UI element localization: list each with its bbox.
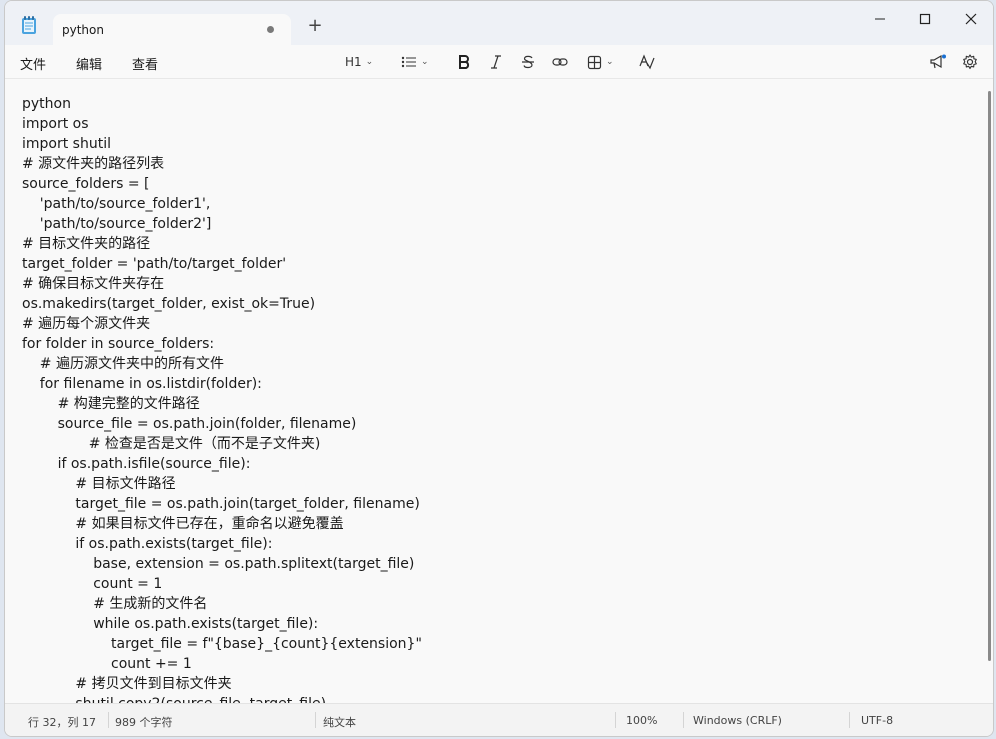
status-divider <box>315 712 316 728</box>
text-editor[interactable]: python import os import shutil # 源文件夹的路径列表 s… <box>5 79 993 704</box>
notepad-app-icon <box>20 15 38 35</box>
table-dropdown[interactable]: ⌄ <box>587 52 614 72</box>
status-divider <box>108 712 109 728</box>
status-divider <box>683 712 684 728</box>
megaphone-icon <box>930 54 946 69</box>
strikethrough-icon <box>522 55 534 69</box>
cursor-position[interactable]: 行 32，列 17 <box>28 714 96 730</box>
code-line: # 构建完整的文件路径 <box>22 396 200 412</box>
code-line: while os.path.exists(target_file): <box>22 616 319 632</box>
code-line: # 遍历源文件夹中的所有文件 <box>22 356 224 372</box>
tab-python[interactable]: python <box>53 14 291 45</box>
spellcheck-icon <box>639 54 655 70</box>
menu-file[interactable]: 文件 <box>20 54 46 73</box>
minimize-button[interactable] <box>864 7 896 31</box>
code-line: os.makedirs(target_folder, exist_ok=True… <box>22 296 316 312</box>
code-line: # 目标文件路径 <box>22 476 176 492</box>
chevron-down-icon: ⌄ <box>421 57 429 67</box>
unsaved-dot-icon[interactable] <box>267 26 274 33</box>
close-button[interactable] <box>955 7 987 31</box>
code-line: 'path/to/source_folder1', <box>22 196 211 212</box>
heading-label: H1 <box>345 55 362 69</box>
code-line: # 源文件夹的路径列表 <box>22 156 165 172</box>
spellcheck-button[interactable] <box>639 52 655 72</box>
zoom-level[interactable]: 100% <box>626 714 657 727</box>
bold-icon <box>459 55 470 69</box>
gear-icon <box>963 54 977 70</box>
menu-bar: 文件 编辑 查看 H1 ⌄ ⌄ ⌄ <box>5 45 993 79</box>
settings-button[interactable] <box>962 52 978 72</box>
code-line: count = 1 <box>22 576 163 592</box>
code-line: if os.path.isfile(source_file): <box>22 456 251 472</box>
announcements-button[interactable] <box>929 52 947 72</box>
code-line: count += 1 <box>22 656 192 672</box>
code-line: source_file = os.path.join(folder, filen… <box>22 416 357 432</box>
maximize-icon <box>919 13 931 25</box>
close-icon <box>965 13 977 25</box>
chevron-down-icon: ⌄ <box>606 57 614 67</box>
heading-dropdown[interactable]: H1 ⌄ <box>345 52 373 72</box>
code-line: 'path/to/source_folder2'] <box>22 216 212 232</box>
bold-button[interactable] <box>457 52 471 72</box>
code-line: target_folder = 'path/to/target_folder' <box>22 256 287 272</box>
code-line: # 遍历每个源文件夹 <box>22 316 151 332</box>
new-tab-button[interactable]: + <box>305 16 325 36</box>
code-line: source_folders = [ <box>22 176 150 192</box>
chevron-down-icon: ⌄ <box>365 57 374 67</box>
link-icon <box>552 58 568 66</box>
code-line: target_file = f"{base}_{count}{extension… <box>22 636 422 652</box>
menu-view[interactable]: 查看 <box>132 54 158 73</box>
status-bar: 行 32，列 17 989 个字符 纯文本 100% Windows (CRLF… <box>5 703 993 736</box>
code-line: # 确保目标文件夹存在 <box>22 276 165 292</box>
code-line: python <box>22 96 71 112</box>
maximize-button[interactable] <box>909 7 941 31</box>
status-divider <box>615 712 616 728</box>
code-line: # 拷贝文件到目标文件夹 <box>22 676 232 692</box>
status-divider <box>849 712 850 728</box>
code-line: if os.path.exists(target_file): <box>22 536 273 552</box>
code-line: for folder in source_folders: <box>22 336 215 352</box>
title-bar: python + <box>5 1 993 45</box>
text-format[interactable]: 纯文本 <box>323 714 356 730</box>
code-line: for filename in os.listdir(folder): <box>22 376 262 392</box>
tab-title: python <box>62 23 104 37</box>
strikethrough-button[interactable] <box>521 52 535 72</box>
menu-edit[interactable]: 编辑 <box>76 54 102 73</box>
code-line: import shutil <box>22 136 111 152</box>
code-line: base, extension = os.path.splitext(targe… <box>22 556 415 572</box>
line-ending[interactable]: Windows (CRLF) <box>693 714 782 727</box>
character-count: 989 个字符 <box>115 716 173 729</box>
code-line: target_file = os.path.join(target_folder… <box>22 496 420 512</box>
minimize-icon <box>875 18 885 20</box>
code-line: # 目标文件夹的路径 <box>22 236 151 252</box>
vertical-scrollbar[interactable] <box>988 91 991 661</box>
list-icon <box>401 56 416 68</box>
encoding[interactable]: UTF-8 <box>861 714 893 727</box>
code-line: import os <box>22 116 89 132</box>
table-icon <box>587 55 602 69</box>
italic-icon <box>491 55 501 69</box>
code-line: # 检查是否是文件（而不是子文件夹) <box>22 436 321 452</box>
code-line: # 生成新的文件名 <box>22 596 208 612</box>
italic-button[interactable] <box>489 52 503 72</box>
notepad-window: python + 文件 编辑 查看 H1 ⌄ ⌄ ⌄ python import… <box>4 0 994 737</box>
list-dropdown[interactable]: ⌄ <box>401 52 429 72</box>
link-button[interactable] <box>552 52 568 72</box>
code-line: # 如果目标文件已存在，重命名以避免覆盖 <box>22 516 344 532</box>
